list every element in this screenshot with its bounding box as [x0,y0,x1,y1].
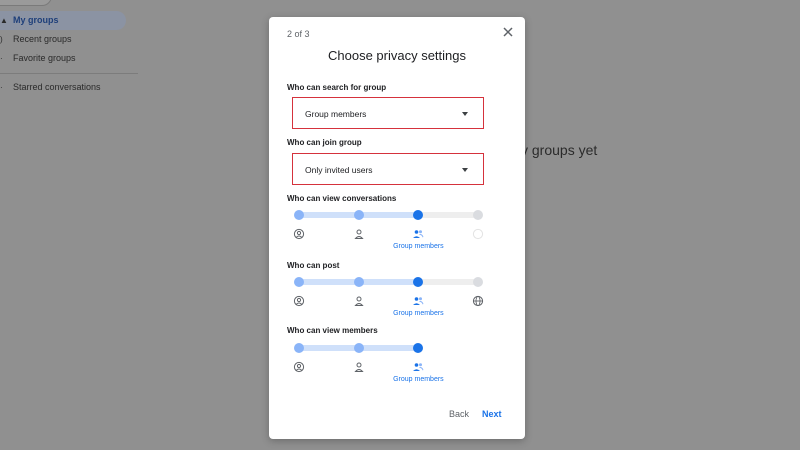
nav-item-starred-conversations: · Starred conversations [0,79,101,95]
nav-item-label: My groups [13,15,59,25]
search-setting-label: Who can search for group [287,83,387,92]
view-members-label: Who can view members [287,326,378,335]
post-permission-label: Who can post [287,261,340,270]
person-icon [353,228,365,240]
next-button[interactable]: Next [482,409,502,419]
person-icon [353,361,365,373]
post-permission-slider[interactable] [293,276,484,288]
favorite-groups-icon: · [0,53,3,63]
slider-stop[interactable] [413,210,424,220]
slider-stop[interactable] [413,343,424,353]
slider-stop[interactable] [353,210,364,220]
nav-item-label: Favorite groups [13,53,76,63]
join-setting-label: Who can join group [287,138,362,147]
slider-stop[interactable] [413,277,424,287]
search-visibility-value: Group members [305,109,367,119]
group-members-icon [412,361,424,373]
nav-divider [0,73,138,74]
slider-option-label: Group members [393,310,444,317]
dropdown-arrow-icon [462,112,468,116]
nav-item-label: Recent groups [13,34,72,44]
disabled-option-icon [472,228,484,240]
view-conversations-label: Who can view conversations [287,194,397,203]
view-members-slider[interactable] [293,342,483,354]
slider-option-label: Group members [393,243,444,250]
slider-stop[interactable] [294,210,304,220]
globe-account-icon [293,361,305,373]
slider-stop[interactable] [353,343,364,353]
step-indicator: 2 of 3 [287,29,310,39]
globe-icon [472,295,484,307]
slider-stop[interactable] [294,343,304,353]
starred-icon: · [0,82,3,92]
globe-account-icon [293,295,305,307]
globe-account-icon [293,228,305,240]
dropdown-arrow-icon [462,168,468,172]
join-permission-value: Only invited users [305,165,373,175]
search-visibility-dropdown[interactable]: Group members [292,97,484,129]
slider-option-label: Group members [393,376,444,383]
slider-stop[interactable] [294,277,304,287]
group-members-icon [412,295,424,307]
my-groups-icon: ▲ [0,15,8,25]
back-button[interactable]: Back [449,409,469,419]
nav-item-favorite-groups: · Favorite groups [0,50,76,66]
group-members-icon [412,228,424,240]
close-icon [503,27,513,37]
slider-stop[interactable] [473,277,484,287]
person-icon [353,295,365,307]
nav-item-my-groups: ▲ My groups [0,12,59,28]
privacy-settings-dialog: 2 of 3 Choose privacy settings Who can s… [269,17,525,439]
recent-groups-icon: ) [0,34,3,44]
close-button[interactable] [501,25,515,39]
slider-stop[interactable] [473,210,484,220]
search-box [0,0,52,6]
empty-state-text: y groups yet [521,142,598,158]
view-conversations-slider[interactable] [293,209,484,221]
join-permission-dropdown[interactable]: Only invited users [292,153,484,185]
slider-stop[interactable] [353,277,364,287]
dialog-title: Choose privacy settings [327,48,466,63]
nav-item-recent-groups: ) Recent groups [0,31,72,47]
nav-item-label: Starred conversations [13,82,101,92]
